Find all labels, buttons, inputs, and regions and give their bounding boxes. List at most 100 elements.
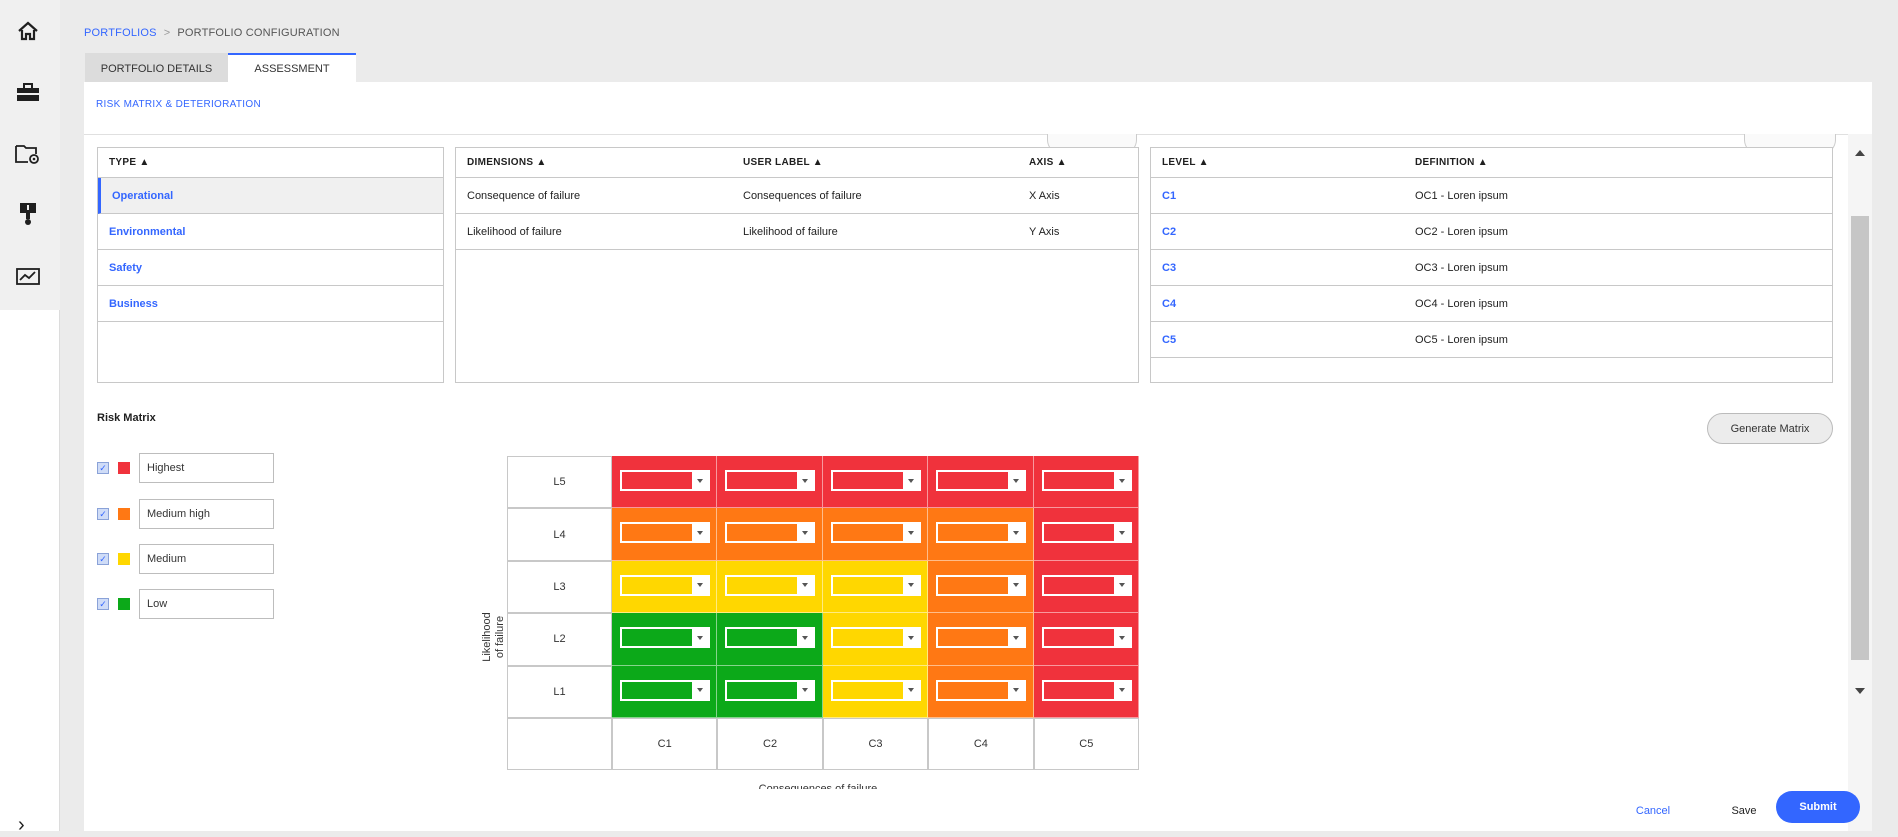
matrix-cell-dropdown[interactable] <box>620 522 710 544</box>
matrix-cell-dropdown[interactable] <box>620 627 710 649</box>
save-button[interactable]: Save <box>1714 796 1774 826</box>
chevron-down-icon[interactable] <box>902 524 919 542</box>
legend-checkbox[interactable]: ✓ <box>97 598 109 610</box>
definition-column-header[interactable]: DEFINITION ▲ <box>1415 157 1488 168</box>
level-row[interactable]: C1 OC1 - Loren ipsum <box>1151 178 1832 214</box>
chevron-down-icon[interactable] <box>797 681 814 699</box>
chevron-down-icon[interactable] <box>797 576 814 594</box>
chevron-down-icon[interactable] <box>797 472 814 489</box>
type-row-safety[interactable]: Safety <box>98 250 443 286</box>
dimension-row[interactable]: Consequence of failure Consequences of f… <box>456 178 1138 214</box>
dropdown-value-swatch <box>832 629 903 647</box>
axis-column-header[interactable]: AXIS ▲ <box>1029 157 1067 168</box>
matrix-cell-dropdown[interactable] <box>830 522 921 544</box>
chevron-down-icon[interactable] <box>1008 681 1025 699</box>
user-label-column-header[interactable]: USER LABEL ▲ <box>743 157 823 168</box>
generate-matrix-button[interactable]: Generate Matrix <box>1707 413 1833 444</box>
chevron-down-icon[interactable] <box>902 576 919 594</box>
chevron-down-icon[interactable] <box>902 681 919 699</box>
matrix-cell-dropdown[interactable] <box>1041 627 1132 649</box>
matrix-cell-dropdown[interactable] <box>936 470 1027 491</box>
legend-label-input[interactable]: Medium <box>139 544 274 574</box>
chevron-down-icon[interactable] <box>692 576 708 594</box>
matrix-cell <box>717 560 823 614</box>
vertical-scrollbar[interactable] <box>1848 134 1872 831</box>
type-row-business[interactable]: Business <box>98 286 443 322</box>
chevron-down-icon[interactable] <box>1008 524 1025 542</box>
chevron-down-icon[interactable] <box>1008 576 1025 594</box>
chevron-down-icon[interactable] <box>1113 681 1130 699</box>
matrix-cell-dropdown[interactable] <box>725 627 816 649</box>
matrix-cell-dropdown[interactable] <box>1041 470 1132 491</box>
type-column-header[interactable]: TYPE ▲ <box>109 157 150 168</box>
level-row[interactable]: C3 OC3 - Loren ipsum <box>1151 250 1832 286</box>
type-table: TYPE ▲ Operational Environmental Safety … <box>97 147 444 383</box>
matrix-cell-dropdown[interactable] <box>620 679 710 701</box>
matrix-cell-dropdown[interactable] <box>1041 574 1132 596</box>
scroll-up-icon[interactable] <box>1855 150 1865 156</box>
chevron-down-icon[interactable] <box>797 524 814 542</box>
matrix-cell-dropdown[interactable] <box>936 679 1027 701</box>
asset-alert-icon[interactable] <box>14 200 42 228</box>
chevron-down-icon[interactable] <box>1113 524 1130 542</box>
chevron-down-icon[interactable] <box>797 629 814 647</box>
chevron-down-icon[interactable] <box>692 524 708 542</box>
matrix-cell-dropdown[interactable] <box>830 627 921 649</box>
type-row-operational[interactable]: Operational <box>98 178 443 214</box>
matrix-cell-dropdown[interactable] <box>725 522 816 544</box>
legend-checkbox[interactable]: ✓ <box>97 462 109 474</box>
chevron-down-icon[interactable] <box>902 472 919 489</box>
matrix-cell-dropdown[interactable] <box>830 574 921 596</box>
matrix-cell-dropdown[interactable] <box>725 679 816 701</box>
tab-portfolio-details[interactable]: PORTFOLIO DETAILS <box>85 53 228 82</box>
briefcase-icon[interactable] <box>14 79 42 107</box>
legend-label-input[interactable]: Medium high <box>139 499 274 529</box>
legend-checkbox[interactable]: ✓ <box>97 508 109 520</box>
chevron-down-icon[interactable] <box>1113 629 1130 647</box>
scroll-down-icon[interactable] <box>1855 688 1865 694</box>
sidebar-icon-group <box>0 0 60 310</box>
type-row-environmental[interactable]: Environmental <box>98 214 443 250</box>
matrix-cell-dropdown[interactable] <box>936 522 1027 544</box>
matrix-row-label: L2 <box>507 613 612 666</box>
matrix-cell-dropdown[interactable] <box>1041 522 1132 544</box>
matrix-cell-dropdown[interactable] <box>830 470 921 491</box>
dimension-row[interactable]: Likelihood of failure Likelihood of fail… <box>456 214 1138 250</box>
home-icon[interactable] <box>14 17 42 45</box>
matrix-cell-dropdown[interactable] <box>830 679 921 701</box>
dimensions-column-header[interactable]: DIMENSIONS ▲ <box>467 157 547 168</box>
matrix-cell-dropdown[interactable] <box>725 470 816 491</box>
breadcrumb-portfolios-link[interactable]: PORTFOLIOS <box>84 27 157 39</box>
matrix-cell-dropdown[interactable] <box>620 470 710 491</box>
cancel-button[interactable]: Cancel <box>1623 796 1683 826</box>
matrix-cell-dropdown[interactable] <box>620 574 710 596</box>
breadcrumb: PORTFOLIOS > PORTFOLIO CONFIGURATION <box>84 27 340 39</box>
chevron-down-icon[interactable] <box>692 629 708 647</box>
legend-checkbox[interactable]: ✓ <box>97 553 109 565</box>
legend-label-input[interactable]: Highest <box>139 453 274 483</box>
chevron-right-icon[interactable]: › <box>18 814 25 837</box>
chevron-down-icon[interactable] <box>902 629 919 647</box>
matrix-cell-dropdown[interactable] <box>1041 679 1132 701</box>
matrix-cell-dropdown[interactable] <box>936 574 1027 596</box>
tab-assessment[interactable]: ASSESSMENT <box>228 53 356 82</box>
scrollbar-thumb[interactable] <box>1851 216 1869 660</box>
level-row[interactable]: C2 OC2 - Loren ipsum <box>1151 214 1832 250</box>
chevron-down-icon[interactable] <box>692 472 708 489</box>
chevron-down-icon[interactable] <box>1113 576 1130 594</box>
chevron-down-icon[interactable] <box>692 681 708 699</box>
submit-button[interactable]: Submit <box>1776 791 1860 823</box>
chevron-down-icon[interactable] <box>1008 629 1025 647</box>
level-column-header[interactable]: LEVEL ▲ <box>1162 157 1209 168</box>
legend-label-input[interactable]: Low <box>139 589 274 619</box>
folder-settings-icon[interactable] <box>14 140 42 168</box>
analytics-monitor-icon[interactable] <box>14 263 42 291</box>
dropdown-value-swatch <box>727 629 798 647</box>
matrix-cell-dropdown[interactable] <box>725 574 816 596</box>
chevron-down-icon[interactable] <box>1008 472 1025 489</box>
chevron-down-icon[interactable] <box>1113 472 1130 489</box>
level-row[interactable]: C5 OC5 - Loren ipsum <box>1151 322 1832 358</box>
matrix-cell-dropdown[interactable] <box>936 627 1027 649</box>
level-row[interactable]: C4 OC4 - Loren ipsum <box>1151 286 1832 322</box>
matrix-cell <box>928 613 1034 666</box>
